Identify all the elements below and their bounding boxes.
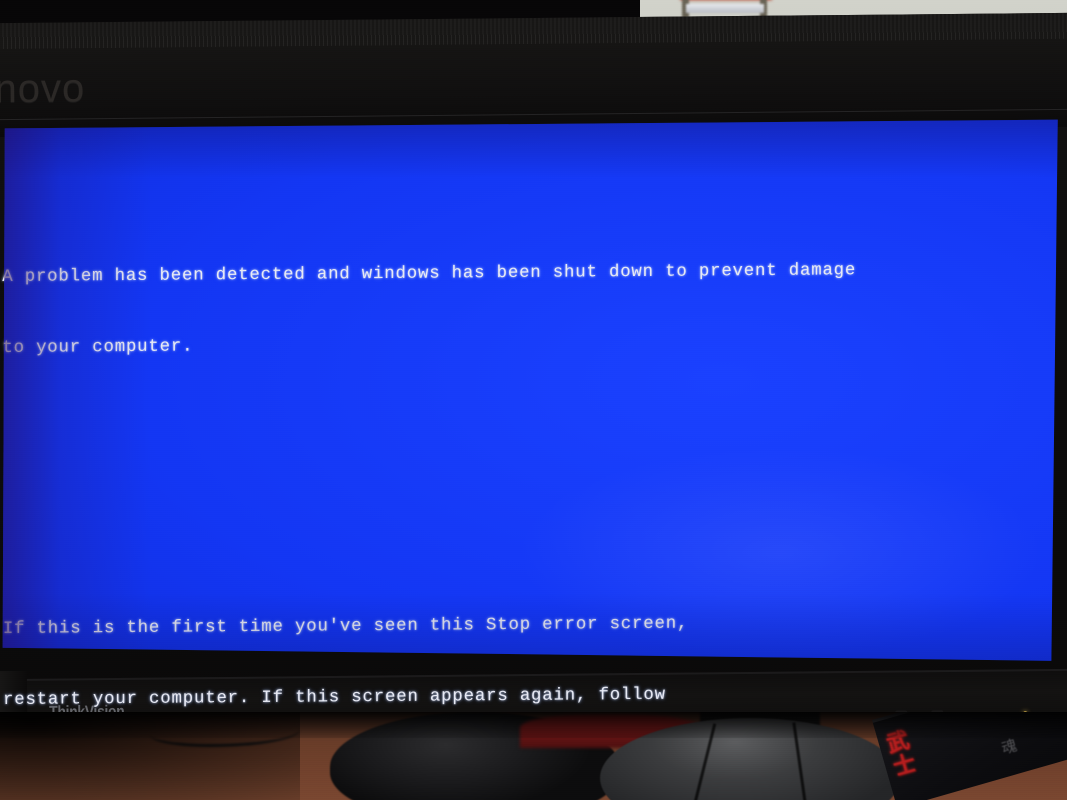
- lenovo-logo: enovo: [0, 66, 86, 112]
- desk-surface: 武 士 魂: [0, 712, 1067, 800]
- screen-area: A problem has been detected and windows …: [0, 118, 1067, 781]
- bsod-spacer: [1, 470, 1041, 500]
- desk-dark-area: [0, 712, 300, 800]
- bsod-line: A problem has been detected and windows …: [2, 261, 857, 287]
- bsod-text-block: A problem has been detected and windows …: [0, 140, 1043, 800]
- bsod-paragraph-intro: A problem has been detected and windows …: [0, 211, 1040, 408]
- bsod-line: If this is the first time you've seen th…: [2, 614, 689, 640]
- ladder-step: [686, 4, 764, 13]
- photo-canvas: enovo ThinkVision A problem has been det…: [0, 0, 1067, 800]
- bsod-line: restart your computer. If this screen ap…: [2, 685, 666, 711]
- bsod-line: to your computer.: [2, 337, 194, 358]
